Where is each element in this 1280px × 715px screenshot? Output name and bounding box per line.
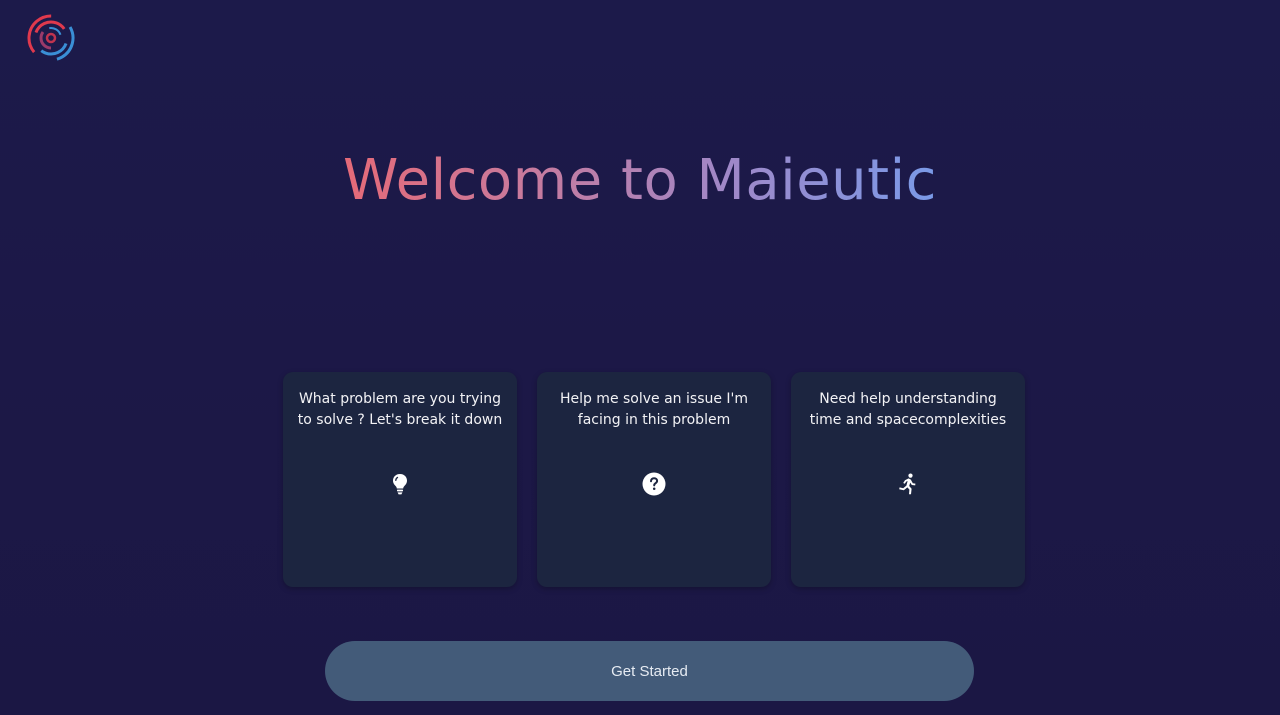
page-title-text: Welcome to Maieutic bbox=[343, 148, 937, 213]
page-title: Welcome to Maieutic bbox=[0, 143, 1280, 219]
card-text: Help me solve an issue I'm facing in thi… bbox=[559, 391, 749, 428]
card-text: What problem are you trying to solve ? L… bbox=[297, 391, 503, 428]
app-logo-icon[interactable] bbox=[27, 14, 75, 62]
card-solve-issue[interactable]: Help me solve an issue I'm facing in thi… bbox=[537, 372, 771, 587]
lightbulb-icon bbox=[388, 472, 412, 496]
card-complexities[interactable]: Need help understanding time and spaceco… bbox=[791, 372, 1025, 587]
running-person-icon bbox=[896, 472, 920, 496]
question-circle-icon bbox=[642, 472, 666, 496]
card-break-down-problem[interactable]: What problem are you trying to solve ? L… bbox=[283, 372, 517, 587]
prompt-cards: What problem are you trying to solve ? L… bbox=[283, 372, 1025, 587]
get-started-button[interactable]: Get Started bbox=[325, 641, 974, 701]
card-text: Need help understanding time and spaceco… bbox=[809, 391, 1007, 428]
